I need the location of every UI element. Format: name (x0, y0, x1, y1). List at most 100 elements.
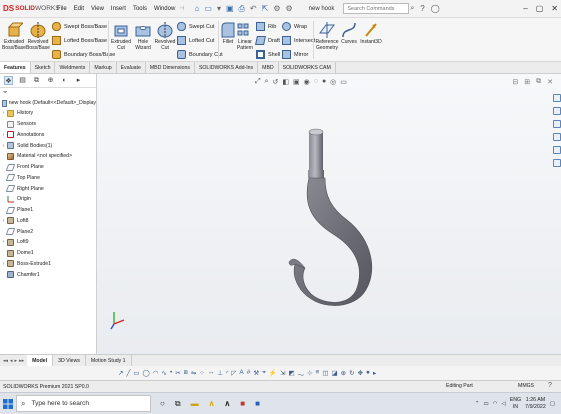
battery-icon[interactable]: ▭ (483, 401, 488, 407)
dimxpert-icon[interactable]: ⊕ (46, 76, 55, 85)
rotate-tool-icon[interactable]: ↻ (349, 369, 354, 379)
tab-motion-study[interactable]: Motion Study 1 (86, 355, 132, 366)
tab-solidworks-cam[interactable]: SOLIDWORKS CAM (279, 62, 336, 73)
expand-arrow-icon[interactable]: › (0, 143, 7, 149)
trim-tool-icon[interactable]: ✂ (175, 369, 180, 379)
notification-icon[interactable]: ▢ (550, 401, 555, 407)
shaded-sketch-icon[interactable]: ◩ (288, 369, 294, 379)
language-indicator[interactable]: ENG IN (510, 397, 521, 410)
solidworks-taskbar-icon[interactable]: ∧ (224, 399, 230, 408)
mirror-button[interactable]: Mirror (282, 50, 308, 59)
intersect-button[interactable]: Intersect (282, 36, 315, 45)
appearance-tool-icon[interactable]: ● (366, 369, 370, 379)
repair-tool-icon[interactable]: ⚒ (253, 369, 259, 379)
panel-more-icon[interactable]: ▸ (74, 76, 83, 85)
boundary-cut-button[interactable]: Boundary Cut (177, 50, 223, 59)
file-explorer-taskbar-icon[interactable]: ▬ (191, 399, 199, 408)
extruded-cut-button[interactable]: Extruded Cut (110, 21, 132, 51)
fillet-tool-icon[interactable]: ◜ (226, 369, 229, 379)
tree-filter-icon[interactable]: ⏷ (0, 88, 96, 98)
shell-button[interactable]: Shell (256, 50, 280, 59)
tab-markup[interactable]: Markup (90, 62, 117, 73)
status-help-icon[interactable]: ? (548, 382, 552, 389)
print-icon[interactable]: ⎙ (239, 4, 245, 13)
wrap-button[interactable]: Wrap (282, 22, 307, 31)
display-tool-icon[interactable]: ◫ (322, 369, 328, 379)
tab-evaluate[interactable]: Evaluate (117, 62, 146, 73)
instant2d-icon[interactable]: ⇲ (280, 369, 285, 379)
spline-tool-icon[interactable]: ∿ (161, 369, 166, 379)
expand-arrow-icon[interactable]: › (0, 261, 7, 267)
display-manager-icon[interactable]: ◐ (60, 76, 69, 85)
select-icon[interactable]: ⇱ (262, 4, 269, 13)
tree-item-solid-bodies-1[interactable]: › Solid Bodies(1) (0, 140, 96, 151)
circle-tool-icon[interactable]: ◯ (143, 369, 150, 379)
revolved-boss-button[interactable]: Revolved Boss/Base (26, 21, 50, 51)
pattern-tool-icon[interactable]: ⁘ (199, 369, 204, 379)
solidworks-logo[interactable]: DS SOLID WORKS (0, 4, 60, 13)
next-tab-icon[interactable]: ▸ (15, 358, 18, 364)
swept-boss-button[interactable]: Swept Boss/Base (52, 22, 107, 31)
boundary-boss-button[interactable]: Boundary Boss/Base (52, 50, 115, 59)
task-view-icon[interactable]: ⧉ (175, 399, 181, 408)
grid-tool-icon[interactable]: # (247, 369, 251, 379)
tab-mbd-dimensions[interactable]: MBD Dimensions (146, 62, 195, 73)
tab-sketch[interactable]: Sketch (31, 62, 56, 73)
tree-item-loft8[interactable]: › Loft8 (0, 216, 96, 227)
text-tool-icon[interactable]: A (239, 369, 243, 379)
new-document-icon[interactable]: ▭ (204, 4, 212, 13)
tree-item-origin[interactable]: Origin (0, 194, 96, 205)
prev-tab-icon[interactable]: ◂ (10, 358, 13, 364)
tray-chevron-icon[interactable]: ⌃ (475, 401, 480, 407)
quick-snaps-icon[interactable]: ⌖ (262, 369, 266, 379)
menu-edit[interactable]: Edit (74, 6, 84, 12)
tab-features[interactable]: Features (0, 62, 31, 73)
pan-tool-icon[interactable]: ✥ (358, 369, 363, 379)
close-icon[interactable]: ✕ (551, 4, 558, 13)
help-icon[interactable]: ? (420, 4, 424, 13)
tab-solidworks-add-ins[interactable]: SOLIDWORKS Add-Ins (195, 62, 259, 73)
draft-button[interactable]: Draft (255, 36, 280, 45)
tab-scroll-arrows[interactable]: ◂◂ ◂ ▸ ▸▸ (0, 358, 27, 364)
line-tool-icon[interactable]: ╱ (126, 369, 130, 379)
fillet-button[interactable]: Fillet (220, 21, 236, 46)
tree-item-plane1[interactable]: Plane1 (0, 205, 96, 216)
tree-item-annotations[interactable]: › Annotations (0, 130, 96, 141)
tab-mbd[interactable]: MBD (258, 62, 279, 73)
zoom-tool-icon[interactable]: ⊕ (341, 369, 346, 379)
instant3d-button[interactable]: Instant3D (359, 21, 383, 46)
first-tab-icon[interactable]: ◂◂ (3, 358, 8, 364)
tree-item-loft9[interactable]: › Loft9 (0, 237, 96, 248)
feature-tree-icon[interactable]: ❖ (4, 76, 13, 85)
sketch-tool-icon[interactable]: ↗ (118, 369, 123, 379)
status-units[interactable]: MMGS (518, 383, 534, 389)
mirror-tool-icon[interactable]: ⇋ (191, 369, 196, 379)
expand-arrow-icon[interactable]: › (0, 110, 7, 116)
options-icon[interactable]: ⚙ (286, 4, 293, 13)
tree-item-right-plane[interactable]: Right Plane (0, 183, 96, 194)
rib-button[interactable]: Rib (256, 22, 276, 31)
menu-window[interactable]: Window (154, 6, 175, 12)
volume-icon[interactable]: ◁ (501, 401, 505, 407)
chamfer-tool-icon[interactable]: ◸ (231, 369, 236, 379)
graphics-area[interactable]: ⤢ ⌕ ↺ ◧ ▣ ◉ ◌ ● ◎ ▭ ⊟ ⊞ ⧉ ✕ (97, 74, 561, 354)
tree-item-plane2[interactable]: Plane2 (0, 226, 96, 237)
rebuild-icon[interactable]: ⚙ (273, 4, 280, 13)
tab-weldments[interactable]: Weldments (55, 62, 91, 73)
arc-tool-icon[interactable]: ◠ (153, 369, 159, 379)
section-tool-icon[interactable]: ◪ (332, 369, 338, 379)
hole-wizard-button[interactable]: Hole Wizard (133, 21, 153, 51)
tree-item-front-plane[interactable]: Front Plane (0, 162, 96, 173)
cortana-icon[interactable]: ○ (160, 399, 165, 408)
tab-model[interactable]: Model (27, 355, 54, 366)
swept-cut-button[interactable]: Swept Cut (177, 22, 214, 31)
tree-item-chamfer1[interactable]: Chamfer1 (0, 269, 96, 280)
tree-root[interactable]: new hook (Default<<Default>_Display (0, 98, 96, 108)
minimize-icon[interactable]: – (523, 4, 527, 13)
expand-arrow-icon[interactable]: › (0, 218, 7, 224)
hook-model[interactable] (97, 74, 561, 354)
rectangle-tool-icon[interactable]: ▭ (133, 369, 139, 379)
search-icon[interactable]: ⌕ (410, 5, 414, 13)
word-taskbar-icon[interactable]: ■ (255, 399, 260, 408)
revolved-cut-button[interactable]: Revolved Cut (154, 21, 176, 51)
